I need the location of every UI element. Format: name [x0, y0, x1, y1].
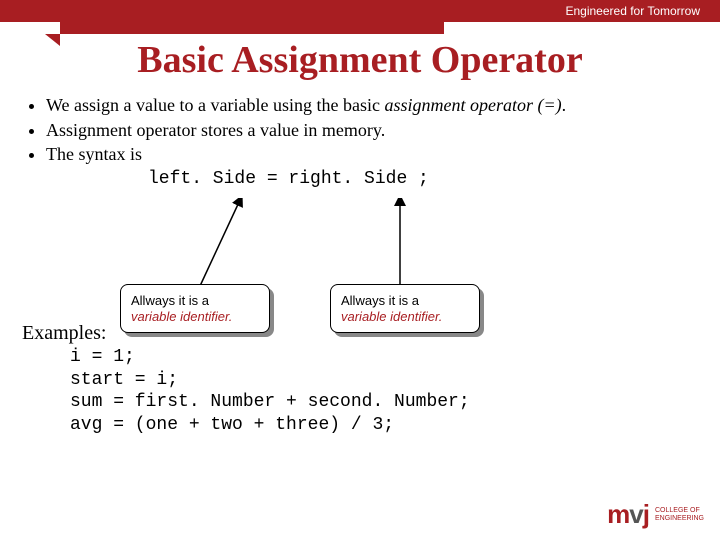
callout-right-line1: Allways it is a — [341, 293, 469, 309]
slide-title: Basic Assignment Operator — [0, 38, 720, 82]
tagline: Engineered for Tomorrow — [565, 4, 700, 18]
code-examples: i = 1; start = i; sum = first. Number + … — [70, 346, 470, 436]
logo-text-1: COLLEGE OF — [655, 507, 704, 515]
callout-right-line2: variable identifier. — [341, 309, 469, 325]
callout-left-line1: Allways it is a — [131, 293, 259, 309]
logo-text-2: ENGINEERING — [655, 515, 704, 523]
callout-right: Allways it is a variable identifier. — [330, 284, 480, 333]
syntax-line: left. Side = right. Side ; — [148, 168, 700, 191]
bullet-3: The syntax is — [46, 143, 700, 166]
bullet-1-em: assignment operator (=) — [384, 95, 561, 115]
callout-left: Allways it is a variable identifier. — [120, 284, 270, 333]
footer-logo: mvj COLLEGE OF ENGINEERING — [607, 499, 704, 530]
logo-m: m — [607, 499, 629, 529]
bullet-1-post: . — [562, 95, 567, 115]
bullet-1-pre: We assign a value to a variable using th… — [46, 95, 384, 115]
bullet-list: We assign a value to a variable using th… — [28, 94, 700, 190]
bullet-2: Assignment operator stores a value in me… — [46, 119, 700, 142]
examples-label: Examples: — [22, 322, 106, 345]
logo-j: j — [643, 499, 649, 529]
callout-left-line2: variable identifier. — [131, 309, 259, 325]
logo-mark: mvj — [607, 499, 649, 530]
bullet-1: We assign a value to a variable using th… — [46, 94, 700, 117]
logo-text: COLLEGE OF ENGINEERING — [655, 507, 704, 522]
logo-v: v — [629, 499, 642, 529]
title-notch — [60, 0, 444, 34]
slide: Engineered for Tomorrow Basic Assignment… — [0, 0, 720, 540]
